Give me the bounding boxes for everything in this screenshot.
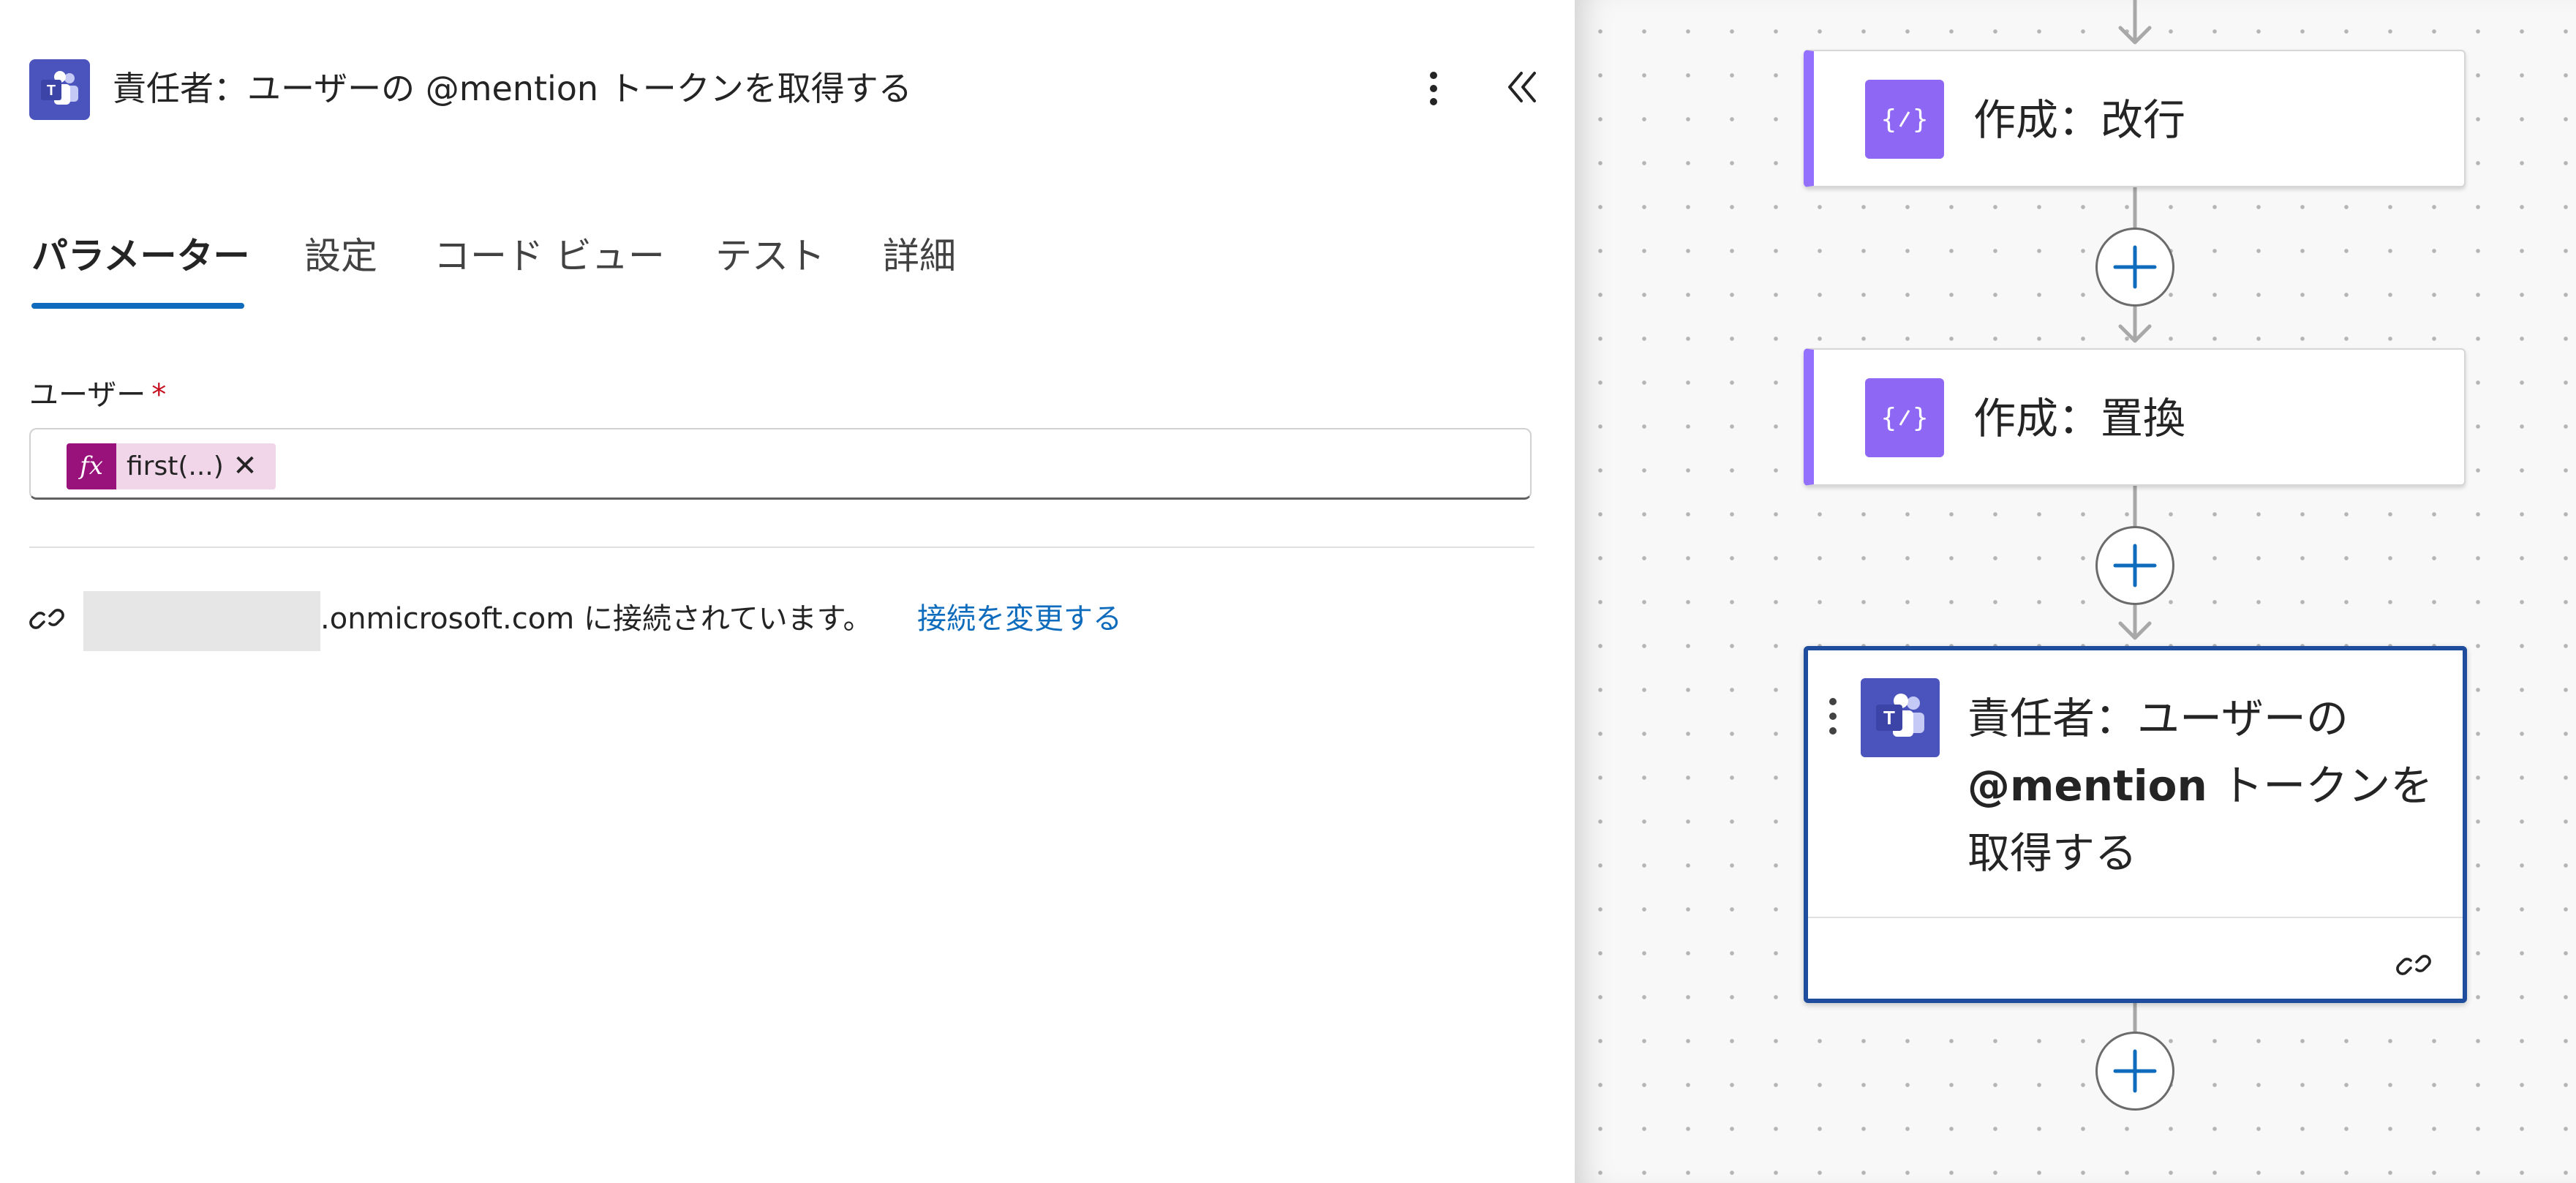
teams-icon: T [1861,678,1940,757]
plus-icon [2113,1049,2157,1093]
node-footer-divider [1808,917,2463,918]
compose-icon: { } [1865,80,1944,159]
svg-text:T: T [1883,707,1895,729]
get-mention-token-node[interactable]: T 責任者：ユーザーの @mention トークンを 取得する [1804,646,2467,1003]
node-title: 作成：置換 [1973,394,2186,443]
connection-link-icon[interactable] [2393,944,2434,985]
node-title-line: 取得する [1967,828,2138,878]
compose-newline-node[interactable]: { } 作成：改行 [1804,50,2466,187]
plus-icon [2113,245,2157,289]
drag-handle-icon[interactable] [1829,696,1837,737]
insert-step-button[interactable] [2095,1032,2174,1111]
node-title: 責任者：ユーザーの @mention トークンを 取得する [1967,685,2450,887]
node-title-line: 責任者：ユーザーの [1967,694,2349,743]
node-title-line-rest: トークンを [2207,761,2433,811]
mention-keyword: @mention [1967,761,2207,811]
insert-step-button[interactable] [2095,228,2174,307]
node-title: 作成：改行 [1973,95,2186,145]
node-title-line: @mention トークンを [1967,752,2450,819]
insert-step-button[interactable] [2095,526,2174,605]
plus-icon [2113,544,2157,587]
compose-replace-node[interactable]: { } 作成：置換 [1804,348,2466,486]
compose-icon: { } [1865,378,1944,457]
